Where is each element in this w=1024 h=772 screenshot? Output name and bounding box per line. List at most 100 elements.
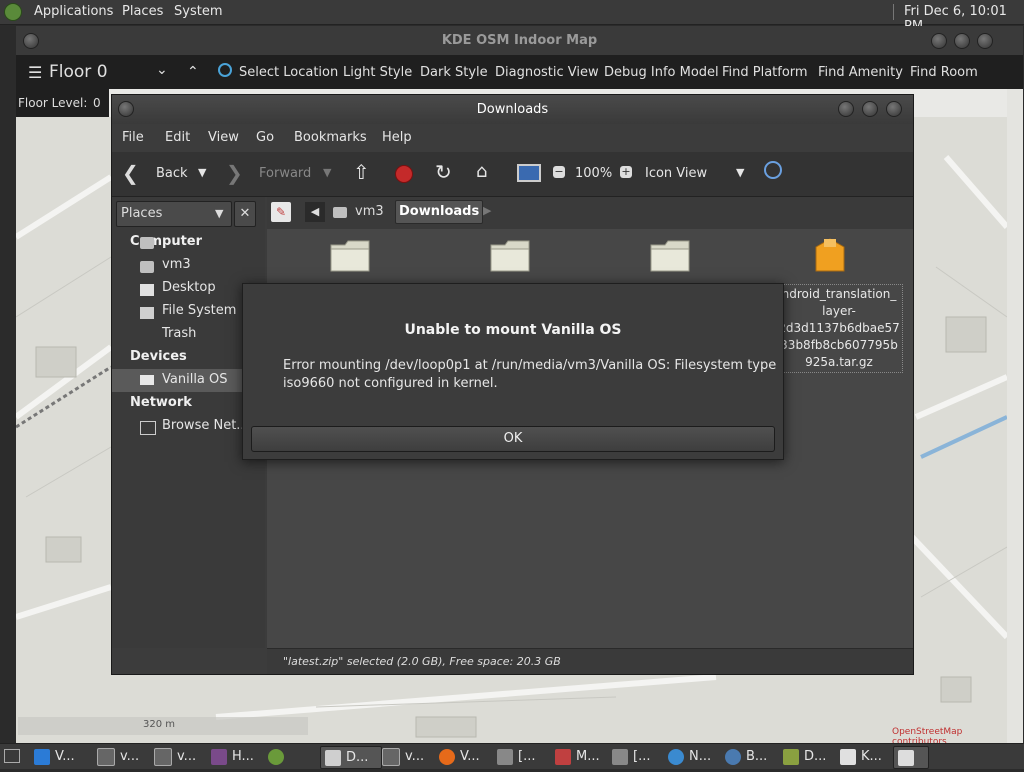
- folder-icon[interactable]: [649, 239, 691, 273]
- floor-up-icon[interactable]: ⌃: [187, 64, 199, 80]
- applications-menu[interactable]: Applications: [34, 4, 113, 19]
- places-dropdown-icon: ▼: [215, 207, 224, 220]
- menu-edit[interactable]: Edit: [165, 130, 190, 145]
- hamburger-menu-icon[interactable]: ☰: [28, 63, 42, 82]
- sidebar-item-vanilla-os[interactable]: Vanilla OS: [162, 372, 228, 387]
- taskbar-item[interactable]: N...: [668, 746, 711, 767]
- archive-icon[interactable]: [812, 235, 848, 275]
- kde-window-menu-button[interactable]: [23, 33, 39, 49]
- places-selector-label: Places: [121, 206, 163, 221]
- edit-location-icon[interactable]: ✎: [271, 202, 291, 222]
- stop-icon[interactable]: [395, 165, 413, 183]
- forward-button[interactable]: Forward: [259, 166, 311, 181]
- fm-minimize-button[interactable]: [838, 101, 854, 117]
- sidebar-item-filesystem[interactable]: File System: [162, 303, 236, 318]
- places-selector[interactable]: Places ▼: [116, 201, 232, 227]
- taskbar-item[interactable]: [268, 746, 289, 767]
- ok-button[interactable]: OK: [251, 426, 775, 452]
- taskbar-label: H...: [232, 749, 254, 764]
- sidebar-item-desktop[interactable]: Desktop: [162, 280, 216, 295]
- dialog-message-line-1: Error mounting /dev/loop0p1 at /run/medi…: [283, 358, 777, 373]
- up-icon[interactable]: ⇧: [353, 160, 370, 184]
- folder-icon[interactable]: [489, 239, 531, 273]
- taskbar-item[interactable]: H...: [211, 746, 254, 767]
- forward-arrow-icon[interactable]: ❯: [226, 161, 243, 185]
- floor-level-bar: Floor Level: 0: [16, 89, 109, 117]
- zoom-in-icon[interactable]: +: [620, 166, 632, 178]
- back-arrow-icon[interactable]: ❮: [122, 161, 139, 185]
- map-attribution[interactable]: OpenStreetMap contributors: [892, 727, 1007, 743]
- taskbar-item[interactable]: [893, 746, 929, 769]
- fm-maximize-button[interactable]: [862, 101, 878, 117]
- dconf-icon: [783, 748, 799, 765]
- fm-window-menu-button[interactable]: [118, 101, 134, 117]
- search-icon[interactable]: [764, 161, 782, 179]
- back-button[interactable]: Back: [156, 166, 188, 181]
- menu-go[interactable]: Go: [256, 130, 274, 145]
- trash-icon: [140, 307, 154, 319]
- taskbar-item[interactable]: [...: [612, 746, 650, 767]
- home-icon[interactable]: ⌂: [476, 161, 487, 182]
- taskbar-item[interactable]: M...: [555, 746, 600, 767]
- select-location-button[interactable]: Select Location: [239, 65, 338, 80]
- taskbar-label: [...: [633, 749, 651, 764]
- archive-file-label-line: layer-: [822, 304, 856, 318]
- menu-help[interactable]: Help: [382, 130, 412, 145]
- menu-file[interactable]: File: [122, 130, 144, 145]
- zoom-out-icon[interactable]: −: [553, 166, 565, 178]
- floor-level-value[interactable]: 0: [93, 96, 101, 110]
- kde-minimize-button[interactable]: [931, 33, 947, 49]
- taskbar-item[interactable]: v...: [154, 746, 196, 767]
- folder-icon[interactable]: [329, 239, 371, 273]
- find-platform-button[interactable]: Find Platform: [722, 65, 808, 80]
- taskbar-item[interactable]: K...: [840, 746, 882, 767]
- select-location-icon[interactable]: [218, 63, 232, 77]
- kde-window-titlebar[interactable]: KDE OSM Indoor Map: [16, 26, 1023, 55]
- computer-icon[interactable]: [517, 164, 541, 182]
- show-desktop-icon[interactable]: [4, 749, 20, 763]
- dark-style-button[interactable]: Dark Style: [420, 65, 488, 80]
- distro-logo-icon[interactable]: [4, 3, 22, 21]
- sidebar-item-trash[interactable]: Trash: [162, 326, 196, 341]
- find-amenity-button[interactable]: Find Amenity: [818, 65, 903, 80]
- path-segment-downloads[interactable]: Downloads: [395, 200, 484, 224]
- file-manager-titlebar[interactable]: Downloads: [112, 95, 913, 124]
- kde-maximize-button[interactable]: [954, 33, 970, 49]
- debug-info-model-button[interactable]: Debug Info Model: [604, 65, 719, 80]
- reload-icon[interactable]: ↻: [435, 160, 452, 184]
- path-left-arrow-icon[interactable]: ◀: [305, 202, 325, 222]
- sidebar-item-browse-network[interactable]: Browse Net...: [162, 418, 249, 433]
- taskbar-item[interactable]: v...: [382, 746, 424, 767]
- back-history-dropdown-icon[interactable]: ▼: [198, 166, 206, 179]
- forward-history-dropdown-icon[interactable]: ▼: [323, 166, 331, 179]
- taskbar-item[interactable]: v...: [97, 746, 139, 767]
- system-menu[interactable]: System: [174, 4, 222, 19]
- diagnostic-view-button[interactable]: Diagnostic View: [495, 65, 599, 80]
- kde-close-button[interactable]: [977, 33, 993, 49]
- fm-close-button[interactable]: [886, 101, 902, 117]
- sidebar-item-vm3[interactable]: vm3: [162, 257, 191, 272]
- taskbar-item[interactable]: D...: [783, 746, 826, 767]
- filesystem-icon: [140, 284, 154, 296]
- floor-down-icon[interactable]: ⌄: [156, 62, 168, 78]
- view-mode-dropdown-icon[interactable]: ▼: [736, 166, 744, 179]
- light-style-button[interactable]: Light Style: [343, 65, 412, 80]
- terminal-icon: [382, 747, 400, 766]
- taskbar-item[interactable]: V...: [439, 746, 480, 767]
- taskbar-item[interactable]: V...: [34, 746, 75, 767]
- close-sidebar-button[interactable]: ✕: [234, 201, 256, 227]
- view-mode-select[interactable]: Icon View: [645, 166, 707, 181]
- places-menu[interactable]: Places: [122, 4, 163, 19]
- fm-toolbar: ❮ Back ▼ ❯ Forward ▼ ⇧ ↻ ⌂ − 100% + Icon…: [112, 152, 913, 197]
- network-icon: [140, 421, 156, 435]
- find-room-button[interactable]: Find Room: [910, 65, 978, 80]
- menu-bookmarks[interactable]: Bookmarks: [294, 130, 367, 145]
- path-segment-vm3[interactable]: vm3: [355, 204, 384, 219]
- path-right-arrow-icon[interactable]: ▶: [483, 204, 491, 217]
- taskbar-item[interactable]: D...: [320, 746, 382, 769]
- menu-view[interactable]: View: [208, 130, 239, 145]
- taskbar-item[interactable]: B...: [725, 746, 767, 767]
- archive-file-label[interactable]: ndroid_translation_ layer- 2d3d1137b6dba…: [775, 284, 903, 373]
- taskbar-item[interactable]: [...: [497, 746, 535, 767]
- drive-icon: [140, 375, 154, 385]
